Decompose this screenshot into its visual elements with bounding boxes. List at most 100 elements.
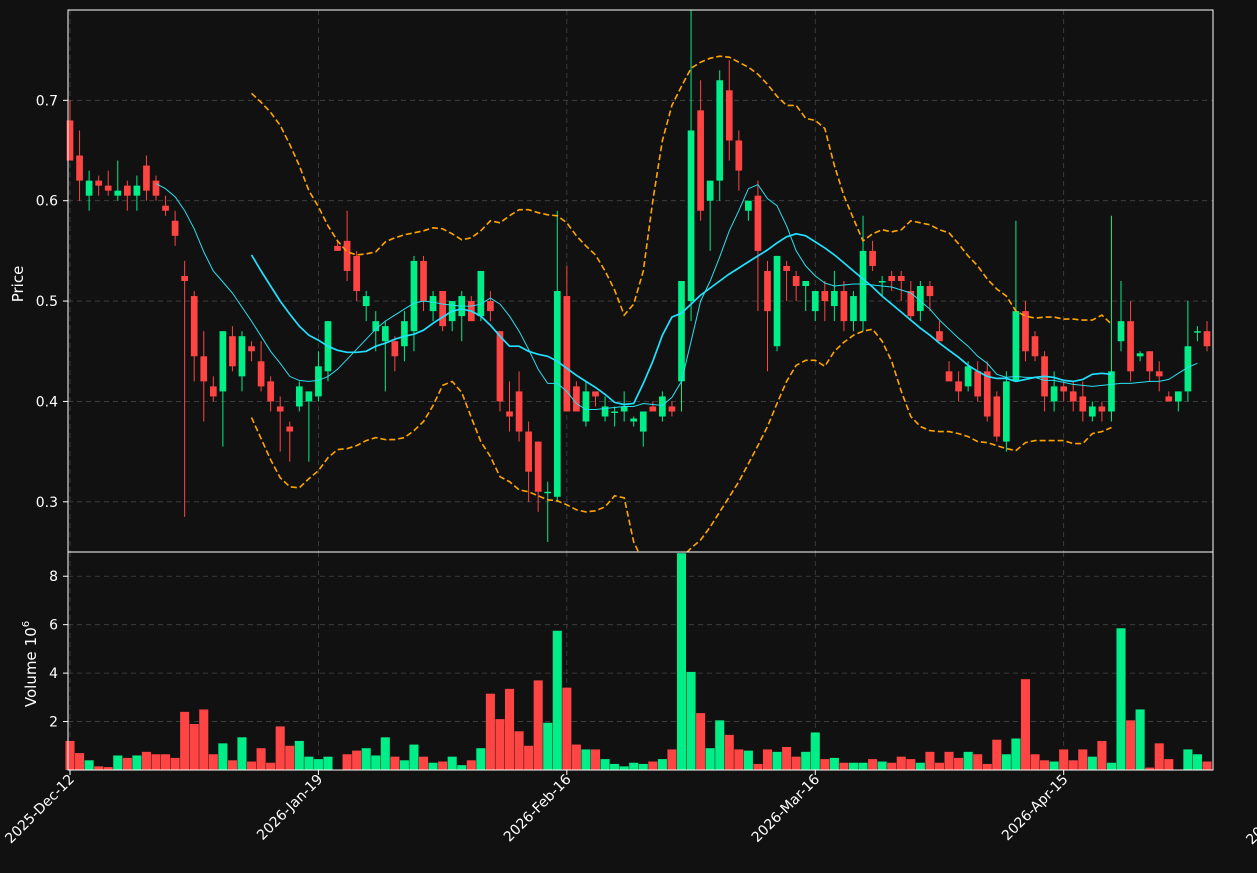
candle-body xyxy=(410,260,418,332)
volume-bar xyxy=(1068,760,1078,770)
volume-bar xyxy=(304,756,314,770)
candle-body xyxy=(668,406,676,412)
volume-bar xyxy=(170,757,180,770)
volume-bar xyxy=(829,757,839,770)
volume-bar xyxy=(189,723,199,770)
volume-tick-label: 8 xyxy=(49,569,58,585)
volume-bar xyxy=(839,762,849,770)
volume-bar xyxy=(122,757,132,770)
candle-body xyxy=(1203,331,1211,347)
candle-body xyxy=(764,270,771,312)
candle-body xyxy=(315,366,322,397)
candle-body xyxy=(1174,391,1182,402)
candle-body xyxy=(353,255,360,292)
volume-bar xyxy=(1097,740,1107,770)
volume-bar xyxy=(266,762,276,770)
candle-body xyxy=(926,286,934,297)
candle-body xyxy=(792,275,800,287)
volume-bar xyxy=(877,761,887,770)
price-tick-label: 0.5 xyxy=(36,294,58,310)
volume-bar xyxy=(1116,628,1126,770)
candle-body xyxy=(1127,321,1134,372)
candle-body xyxy=(687,130,695,302)
candle-body xyxy=(1079,396,1087,412)
volume-bar xyxy=(466,760,476,770)
candle-body xyxy=(1050,386,1058,402)
candle-body xyxy=(1089,406,1096,417)
volume-bar xyxy=(782,746,792,770)
volume-bar xyxy=(715,720,725,770)
volume-bar xyxy=(1059,749,1069,770)
candle-body xyxy=(123,185,131,196)
volume-bar xyxy=(543,722,553,770)
volume-tick-label: 2 xyxy=(49,715,58,731)
volume-bar xyxy=(199,709,209,770)
volume-bar xyxy=(352,750,362,770)
volume-bar xyxy=(629,762,639,770)
candle-body xyxy=(1146,351,1154,372)
candle-body xyxy=(439,291,446,327)
candle-body xyxy=(783,265,790,271)
volume-bar xyxy=(581,749,591,770)
volume-bar xyxy=(428,762,438,770)
candle-body xyxy=(888,275,896,281)
volume-bar xyxy=(1011,738,1021,770)
volume-bar xyxy=(246,761,257,770)
volume-bar xyxy=(887,762,897,770)
volume-bar xyxy=(227,760,237,770)
volume-bar xyxy=(208,754,218,770)
volume-bar xyxy=(1087,756,1097,770)
candle-body xyxy=(945,371,953,382)
candle-body xyxy=(773,255,781,347)
candle-body xyxy=(162,205,169,211)
candle-body xyxy=(525,431,532,472)
volume-bar xyxy=(600,759,610,770)
volume-axis-title: Volume106 xyxy=(21,621,40,707)
volume-bar xyxy=(1192,754,1202,770)
volume-bar xyxy=(409,744,419,770)
candle-body xyxy=(955,381,962,392)
volume-bar xyxy=(734,749,744,770)
volume-bar xyxy=(524,745,534,770)
candle-body xyxy=(295,386,303,407)
volume-bar xyxy=(657,759,667,770)
candle-body xyxy=(1012,311,1020,382)
volume-bar xyxy=(1040,760,1050,770)
volume-bar xyxy=(1020,679,1031,770)
price-tick-label: 0.4 xyxy=(36,394,58,410)
volume-bar xyxy=(724,734,734,770)
candle-body xyxy=(114,190,122,196)
candle-body xyxy=(506,411,513,417)
volume-bar xyxy=(1001,754,1011,770)
candle-body xyxy=(582,391,590,422)
candle-body xyxy=(401,321,408,347)
candle-body xyxy=(964,366,972,387)
volume-bar xyxy=(323,756,333,770)
volume-bar xyxy=(1135,709,1145,770)
volume-bar xyxy=(705,748,715,770)
price-axis-title: Price xyxy=(9,266,27,303)
volume-bar xyxy=(954,757,964,770)
volume-bar xyxy=(218,743,228,770)
candle-body xyxy=(897,275,905,281)
volume-bar xyxy=(791,756,801,770)
volume-bar xyxy=(667,749,677,770)
candle-body xyxy=(706,180,714,201)
candle-body xyxy=(697,110,704,211)
candle-body xyxy=(477,270,485,317)
candle-body xyxy=(993,396,1001,437)
candle-body xyxy=(76,155,83,181)
volume-bar xyxy=(313,759,323,770)
volume-bar xyxy=(485,693,495,770)
candle-body xyxy=(1060,386,1068,392)
volume-bar xyxy=(371,755,381,770)
candle-body xyxy=(735,140,743,171)
candle-body xyxy=(553,291,561,497)
candle-body xyxy=(1069,391,1077,402)
volume-bar xyxy=(648,761,658,770)
candle-body xyxy=(630,418,638,422)
volume-bar xyxy=(571,744,581,770)
volume-bar xyxy=(361,748,371,770)
volume-bar xyxy=(896,756,906,770)
volume-bar xyxy=(65,740,75,770)
